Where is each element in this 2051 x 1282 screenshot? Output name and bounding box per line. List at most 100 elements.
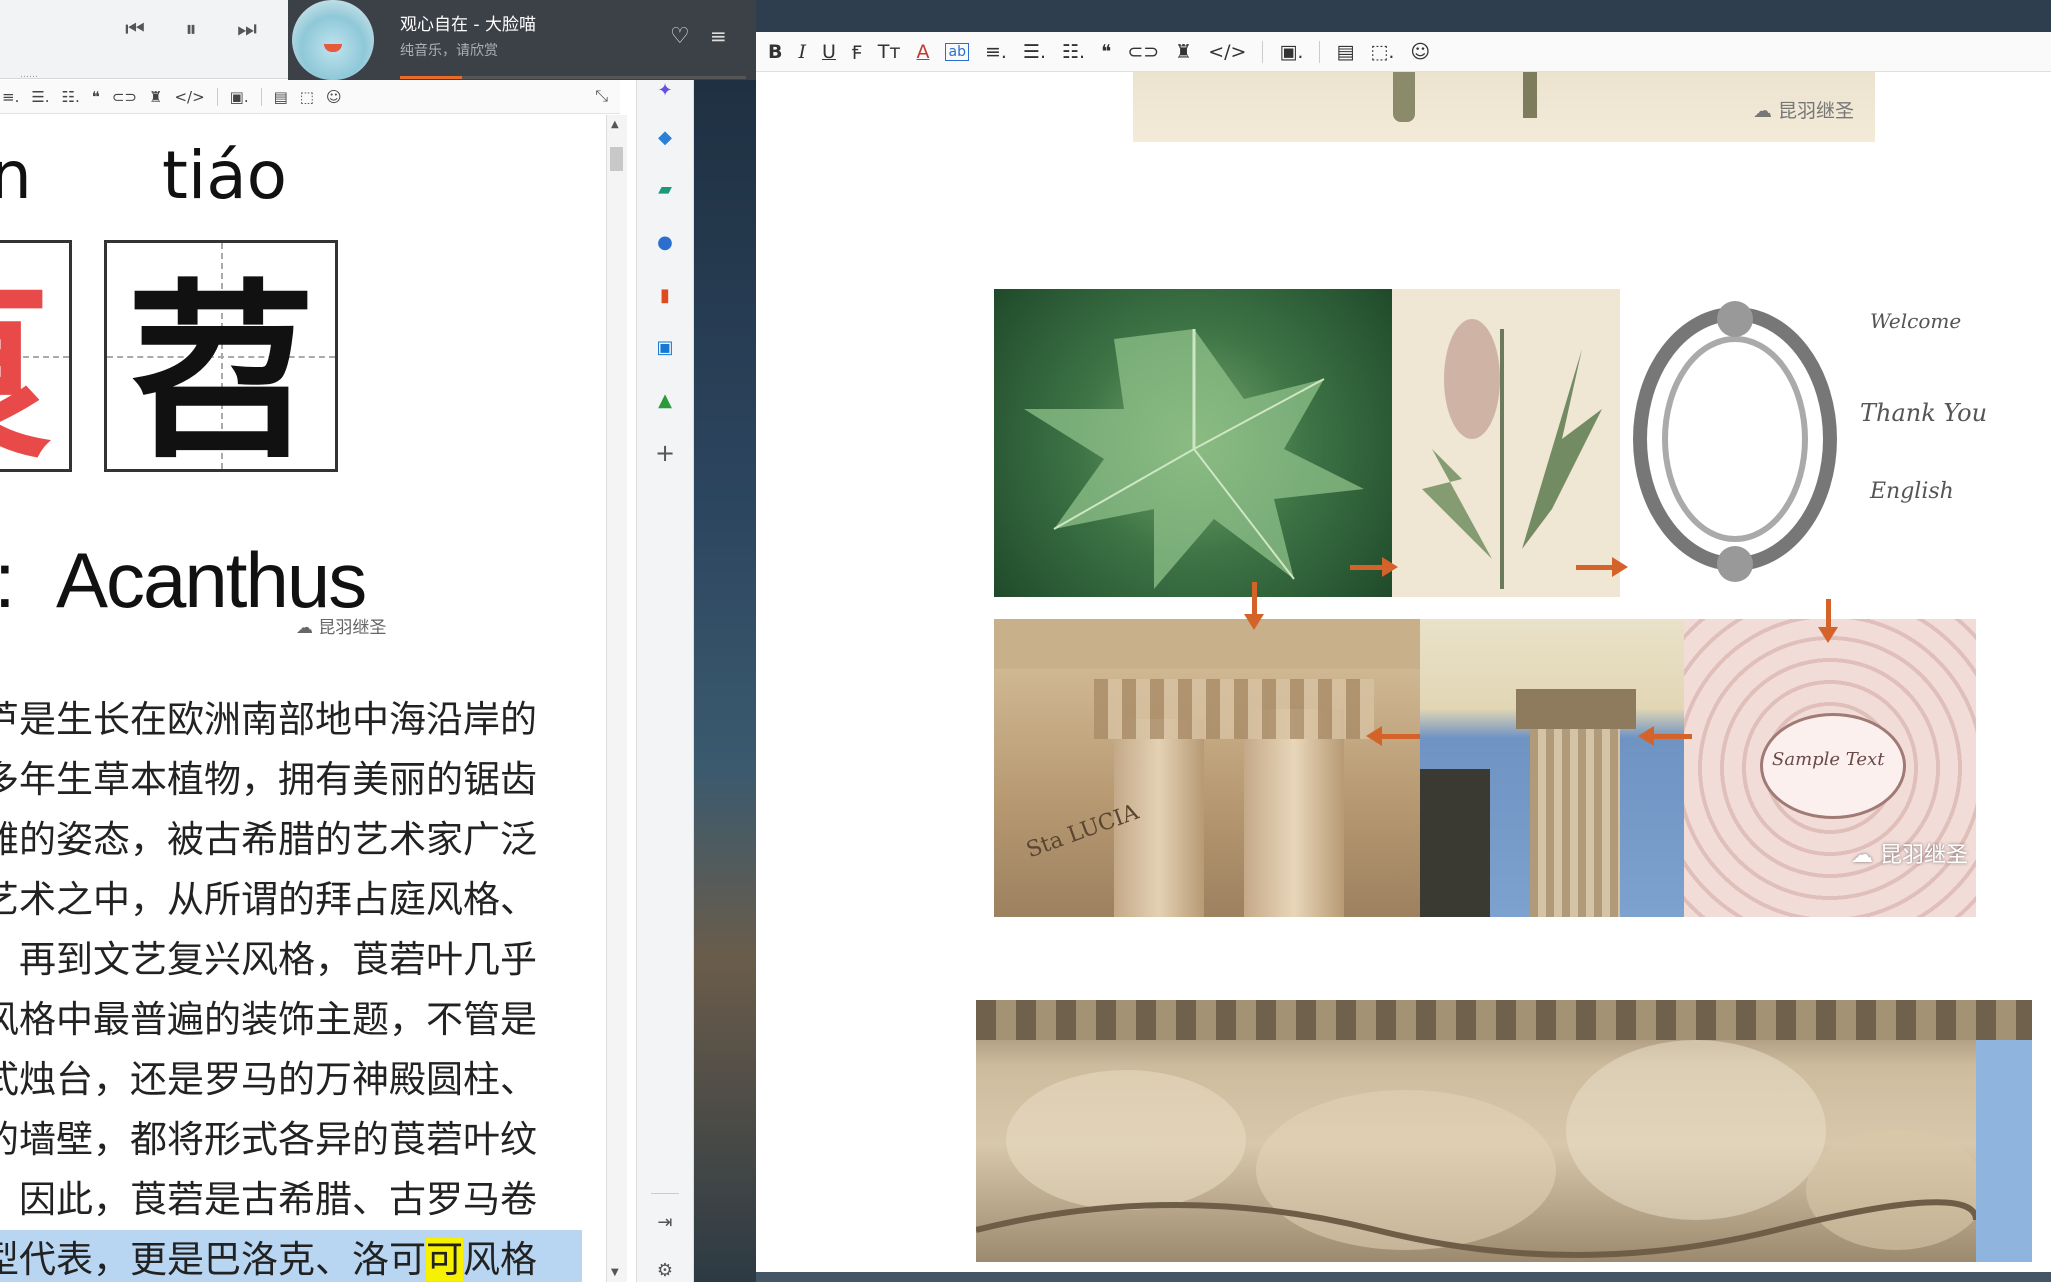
- font-size-button[interactable]: Tт: [878, 41, 901, 63]
- article-line: 芦是生长在欧洲南部地中海沿岸的: [0, 698, 537, 741]
- tree-icon[interactable]: ▲: [653, 388, 677, 412]
- scroll-up-arrow[interactable]: ▲: [611, 119, 619, 130]
- tag-icon[interactable]: ◆: [653, 125, 677, 149]
- scrollbar-thumb[interactable]: [610, 147, 623, 171]
- article-text: 芦是生长在欧洲南部地中海沿岸的 多年生草本植物，拥有美丽的锯齿 雅的姿态，被古希…: [0, 690, 582, 1282]
- settings-icon[interactable]: ⚙: [653, 1258, 677, 1282]
- toolbar-divider: [216, 87, 218, 106]
- document-button[interactable]: ▤: [274, 88, 288, 106]
- toolbar-divider: [1262, 40, 1264, 63]
- damask-pattern-card[interactable]: Sample Text: [1684, 619, 1976, 917]
- sidebar-divider: [651, 1193, 679, 1194]
- latin-prefix: :: [0, 535, 16, 626]
- exit-panel-icon[interactable]: ⇥: [653, 1210, 677, 1234]
- left-editor-window: ⏮ ⏸ ⏭ …… ≡. ☰. ☷. ❝ ⊂⊃ ♜ </> ▣. ▤ ⬚ ☺ ⤡ …: [0, 0, 640, 1282]
- align-button[interactable]: ≡.: [2, 88, 19, 106]
- track-progress[interactable]: [400, 76, 746, 79]
- article-line: 的墙壁，都将形式各异的莨菪叶纹: [0, 1118, 537, 1161]
- highlight-button[interactable]: ab: [945, 42, 969, 61]
- article-line: 式烛台，还是罗马的万神殿圆柱、: [0, 1058, 537, 1101]
- unordered-list-button[interactable]: ☰.: [31, 88, 49, 106]
- flow-arrow: [1366, 726, 1382, 746]
- corinthian-capital-photo[interactable]: Sta LUCIA: [994, 619, 1420, 917]
- engraving-script: Thank You: [1860, 399, 1988, 427]
- ornament-frame: [1633, 301, 1837, 582]
- track-subtitle: 纯音乐，请欣赏: [400, 43, 498, 59]
- leaf-illustration: [1024, 329, 1364, 589]
- album-cover[interactable]: [292, 0, 374, 80]
- right-editor-content[interactable]: ☁ 昆羽继圣 Welcome Thank You English Sta LUC…: [756, 72, 2051, 1262]
- link-button[interactable]: ⊂⊃: [112, 88, 137, 106]
- ornament-engraving[interactable]: Welcome Thank You English: [1620, 289, 2040, 597]
- pinyin-right: tiáo: [162, 137, 288, 214]
- article-line: ，因此，莨菪是古希腊、古罗马卷: [0, 1178, 537, 1221]
- collapse-icon[interactable]: ⤡: [595, 86, 608, 106]
- unordered-list-button[interactable]: ☰.: [1023, 41, 1046, 63]
- emoji-button[interactable]: ☺: [1410, 41, 1430, 63]
- acanthus-leaf-photo[interactable]: [994, 289, 1392, 597]
- font-color-button[interactable]: A: [916, 41, 929, 63]
- add-icon[interactable]: +: [653, 439, 677, 467]
- right-window-titlebar: [756, 0, 2051, 32]
- italic-button[interactable]: I: [798, 41, 806, 63]
- toolbox-icon[interactable]: ▰: [653, 177, 677, 201]
- left-scrollbar[interactable]: ▲ ▼: [606, 115, 627, 1282]
- outlook-icon[interactable]: ▣: [653, 335, 677, 359]
- flow-arrow: [1612, 557, 1628, 577]
- article-line: 风格中最普遍的装饰主题，不管是: [0, 998, 537, 1041]
- stamp-button[interactable]: ♜: [149, 88, 162, 106]
- code-button[interactable]: </>: [174, 88, 204, 106]
- sparkle-icon[interactable]: ✦: [653, 78, 677, 102]
- flow-arrow: [1826, 599, 1831, 629]
- image-button[interactable]: ▣.: [230, 88, 249, 106]
- botanical-drawing[interactable]: [1392, 289, 1620, 597]
- hanzi-right: 苕: [125, 262, 316, 484]
- left-editor-content[interactable]: n tiáo 茛 苕 : Acanthus ☁ 昆羽继圣 芦是生长在欧洲南部地中…: [0, 115, 606, 1282]
- next-track-button[interactable]: ⏭: [232, 12, 262, 46]
- selected-article-line: 型代表，更是巴洛克、洛可可风格: [0, 1230, 582, 1282]
- align-button[interactable]: ≡.: [985, 41, 1007, 63]
- hanzi-box-right: 苕: [104, 240, 338, 484]
- select-area-button[interactable]: ⬚: [300, 88, 314, 106]
- right-editor-toolbar: B I U Ꞙ Tт A ab ≡. ☰. ☷. ❝ ⊂⊃ ♜ </> ▣. ▤…: [756, 32, 2051, 72]
- plant-sketch: [1422, 319, 1602, 589]
- flow-arrow: [1382, 557, 1398, 577]
- heart-icon[interactable]: ♡: [670, 24, 690, 49]
- quote-button[interactable]: ❝: [92, 88, 100, 106]
- pause-button[interactable]: ⏸: [176, 12, 206, 46]
- botanical-engraving-image[interactable]: ☁ 昆羽继圣: [1133, 72, 1875, 142]
- watermark-top: ☁ 昆羽继圣: [1753, 100, 1855, 122]
- emoji-button[interactable]: ☺: [326, 88, 342, 106]
- playlist-icon[interactable]: ≡: [710, 24, 727, 48]
- underline-button[interactable]: U: [822, 41, 836, 63]
- ordered-list-button[interactable]: ☷.: [1062, 41, 1085, 63]
- faint-header-text: ……: [20, 70, 38, 78]
- image-button[interactable]: ▣.: [1279, 41, 1303, 63]
- clear-format-button[interactable]: Ꞙ: [852, 39, 862, 65]
- code-button[interactable]: </>: [1208, 41, 1246, 63]
- select-area-button[interactable]: ⬚.: [1370, 41, 1394, 63]
- scroll-down-arrow[interactable]: ▼: [611, 1267, 619, 1278]
- bold-button[interactable]: B: [768, 41, 782, 63]
- toolbar-divider: [1319, 40, 1321, 63]
- article-line: 多年生草本植物，拥有美丽的锯齿: [0, 758, 537, 801]
- article-line: 艺术之中，从所谓的拜占庭风格、: [0, 878, 537, 921]
- carved-acanthus-stone-photo[interactable]: [976, 1000, 2032, 1262]
- right-editor-window: B I U Ꞙ Tт A ab ≡. ☰. ☷. ❝ ⊂⊃ ♜ </> ▣. ▤…: [756, 32, 2051, 1272]
- office-icon[interactable]: ▮: [653, 283, 677, 307]
- article-line: ，再到文艺复兴风格，莨菪叶几乎: [0, 938, 537, 981]
- flow-arrow: [1638, 726, 1654, 746]
- people-icon[interactable]: ●: [653, 230, 677, 254]
- watermark-left: ☁ 昆羽继圣: [296, 618, 387, 638]
- flow-arrow: [1244, 614, 1264, 630]
- link-button[interactable]: ⊂⊃: [1127, 41, 1159, 63]
- hanzi-box-left: 茛: [0, 240, 72, 484]
- document-button[interactable]: ▤: [1336, 41, 1354, 63]
- column-ruins-photo[interactable]: [1420, 619, 1684, 917]
- flow-arrow: [1818, 627, 1838, 643]
- stamp-button[interactable]: ♜: [1175, 41, 1192, 63]
- damask-script: Sample Text: [1772, 749, 1885, 770]
- previous-track-button[interactable]: ⏮: [120, 12, 150, 46]
- ordered-list-button[interactable]: ☷.: [62, 88, 80, 106]
- quote-button[interactable]: ❝: [1101, 41, 1111, 63]
